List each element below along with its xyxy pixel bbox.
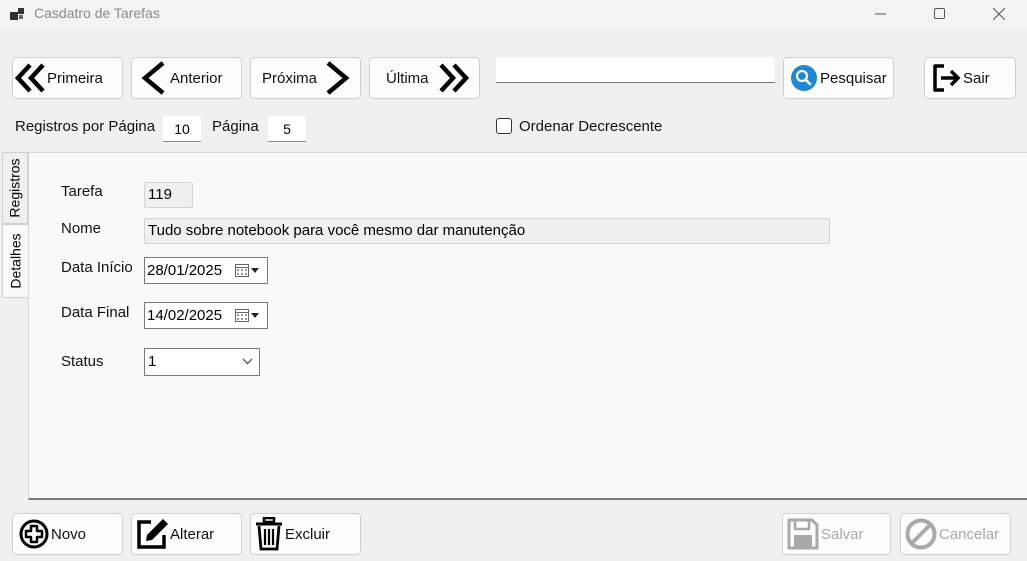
tarefa-field: 119 — [144, 182, 193, 208]
nome-label: Nome — [61, 220, 102, 237]
save-button[interactable]: Salvar — [782, 513, 891, 555]
plus-circle-icon — [13, 519, 51, 549]
chevron-down-icon — [242, 358, 253, 365]
edit-button[interactable]: Alterar — [131, 513, 242, 555]
calendar-dropdown-icon[interactable] — [235, 309, 265, 323]
edit-button-label: Alterar — [170, 525, 215, 543]
cancel-icon — [901, 518, 939, 550]
data-final-value: 14/02/2025 — [147, 307, 223, 324]
status-value: 1 — [148, 353, 157, 370]
data-final-label: Data Final — [61, 304, 130, 321]
page-label: Página — [212, 118, 259, 135]
cancel-button[interactable]: Cancelar — [900, 513, 1011, 555]
tab-detalhes[interactable]: Detalhes — [2, 224, 28, 298]
delete-button[interactable]: Excluir — [250, 513, 361, 555]
per-page-label: Registros por Página — [15, 118, 156, 135]
first-button-label: Primeira — [47, 69, 103, 87]
maximize-button[interactable] — [917, 0, 963, 28]
window-title: Casdatro de Tarefas — [34, 5, 160, 21]
double-chevron-left-icon — [13, 63, 47, 93]
title-bar: Casdatro de Tarefas — [0, 0, 1027, 28]
new-button-label: Novo — [51, 525, 87, 543]
edit-pencil-icon — [132, 517, 170, 551]
chevron-left-icon — [132, 61, 170, 95]
first-button[interactable]: Primeira — [12, 57, 123, 99]
minimize-button[interactable] — [858, 0, 904, 28]
floppy-disk-icon — [783, 518, 821, 550]
search-button-label: Pesquisar — [820, 69, 887, 87]
last-button-label: Última — [386, 69, 429, 87]
chevron-right-icon — [317, 61, 353, 95]
app-window-icon — [10, 8, 24, 20]
tab-detalhes-label: Detalhes — [7, 233, 24, 289]
page-input[interactable]: 5 — [268, 116, 306, 142]
save-button-label: Salvar — [821, 525, 864, 543]
maximize-icon — [934, 8, 945, 19]
delete-button-label: Excluir — [285, 525, 331, 543]
previous-button[interactable]: Anterior — [131, 57, 242, 99]
trash-icon — [251, 517, 285, 551]
close-button[interactable] — [976, 0, 1022, 28]
exit-button-label: Sair — [963, 69, 990, 87]
data-final-picker[interactable]: 14/02/2025 — [144, 302, 268, 329]
next-button-label: Próxima — [262, 69, 318, 87]
tab-strip: Registros Detalhes — [2, 152, 28, 302]
data-inicio-value: 28/01/2025 — [147, 262, 223, 279]
order-desc-checkbox[interactable] — [496, 118, 512, 134]
nome-field: Tudo sobre notebook para você mesmo dar … — [144, 218, 830, 244]
search-input[interactable] — [496, 57, 775, 83]
last-button[interactable]: Última — [369, 57, 480, 99]
search-button[interactable]: Pesquisar — [783, 57, 894, 99]
minimize-icon — [875, 13, 886, 15]
exit-button[interactable]: Sair — [924, 57, 1016, 99]
order-desc-label: Ordenar Decrescente — [519, 118, 663, 135]
double-chevron-right-icon — [429, 63, 469, 93]
status-select[interactable]: 1 — [144, 348, 260, 376]
data-inicio-picker[interactable]: 28/01/2025 — [144, 257, 268, 284]
search-icon — [784, 64, 820, 92]
next-button[interactable]: Próxima — [250, 57, 361, 99]
data-inicio-label: Data Início — [61, 259, 133, 276]
calendar-dropdown-icon[interactable] — [235, 264, 265, 278]
previous-button-label: Anterior — [170, 69, 223, 87]
exit-icon — [925, 62, 963, 94]
cancel-button-label: Cancelar — [939, 525, 1000, 543]
tarefa-label: Tarefa — [61, 183, 103, 200]
tab-registros-label: Registros — [7, 158, 24, 218]
status-label: Status — [61, 353, 104, 370]
new-button[interactable]: Novo — [12, 513, 123, 555]
per-page-input[interactable]: 10 — [163, 116, 201, 142]
tab-registros[interactable]: Registros — [2, 152, 28, 224]
close-icon — [993, 8, 1005, 20]
